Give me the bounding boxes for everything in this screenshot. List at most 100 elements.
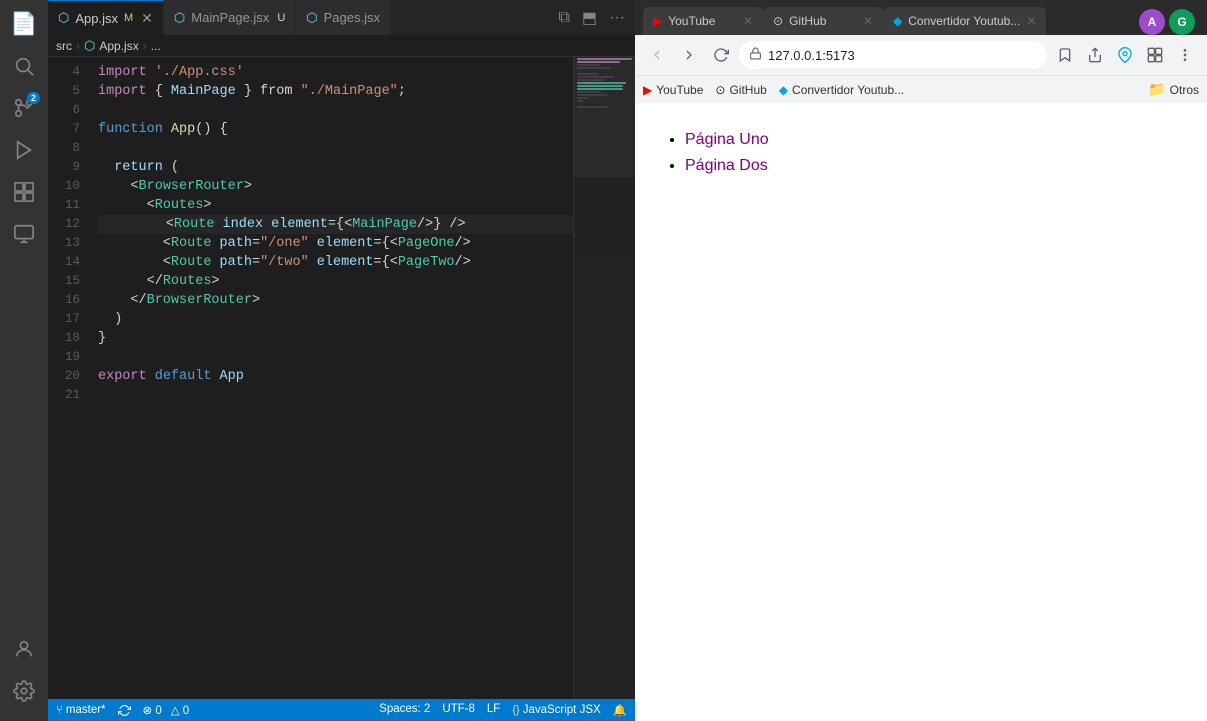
account-icon[interactable] <box>4 629 44 669</box>
bookmark-convertidor[interactable]: ◆ Convertidor Youtub... <box>779 83 904 97</box>
page-link-list: Página Uno Página Dos <box>665 131 1177 175</box>
browser-tab-youtube[interactable]: ▶ YouTube ✕ <box>643 7 763 35</box>
folder-icon: 📁 <box>1148 81 1165 98</box>
code-line-14: <Route path="/two" element={<PageTwo/> <box>98 253 573 272</box>
youtube-tab-close[interactable]: ✕ <box>743 14 753 28</box>
code-line-6 <box>98 101 573 120</box>
youtube-favicon: ▶ <box>653 14 662 28</box>
code-line-13: <Route path="/one" element={<PageOne/> <box>98 234 573 253</box>
source-control-badge: 2 <box>27 92 40 104</box>
tab-label-app-jsx: App.jsx <box>75 11 118 26</box>
bookmarks-bar: ▶ YouTube ⊙ GitHub ◆ Convertidor Youtub.… <box>635 75 1207 103</box>
git-branch-icon: ⑂ <box>56 704 63 716</box>
breadcrumb-file[interactable]: App.jsx <box>99 39 138 53</box>
line-ending-label[interactable]: LF <box>487 703 500 717</box>
convertidor-tab-close[interactable]: ✕ <box>1026 14 1036 28</box>
code-line-20: export default App <box>98 367 573 386</box>
code-line-9: return ( <box>98 158 573 177</box>
encoding-label[interactable]: UTF-8 <box>442 703 475 717</box>
react-icon-mainpage: ⬡ <box>174 10 185 26</box>
tab-modified-dot-app: M <box>124 12 133 24</box>
tab-modified-indicator-mainpage: U <box>277 12 285 24</box>
activity-bar: 📄 2 <box>0 0 48 721</box>
tab-pages-jsx[interactable]: ⬡ Pages.jsx <box>296 0 391 35</box>
share-icon[interactable] <box>1081 41 1109 69</box>
sync-icon[interactable] <box>118 704 131 717</box>
browser-tab-github[interactable]: ⊙ GitHub ✕ <box>763 7 883 35</box>
code-line-15: </Routes> <box>98 272 573 291</box>
browser-section: ▶ YouTube ✕ ⊙ GitHub ✕ ◆ Convertidor You… <box>635 0 1207 721</box>
errors-warnings[interactable]: ⊗ 0 △ 0 <box>143 703 190 717</box>
tab-label-mainpage-jsx: MainPage.jsx <box>191 10 269 25</box>
git-branch[interactable]: ⑂ master* <box>56 704 106 716</box>
warnings-label: △ 0 <box>171 703 189 717</box>
bookmark-icon[interactable] <box>1051 41 1079 69</box>
github-tab-close[interactable]: ✕ <box>863 14 873 28</box>
tab-close-app-jsx[interactable]: ✕ <box>141 10 153 27</box>
code-line-5: import { MainPage } from "./MainPage"; <box>98 82 573 101</box>
code-area[interactable]: 4 5 6 7 8 9 10 11 12 13 14 15 16 17 18 1… <box>48 57 635 699</box>
breadcrumb-symbol[interactable]: ... <box>151 39 161 53</box>
language-label[interactable]: {} JavaScript JSX <box>512 703 600 717</box>
github-favicon: ⊙ <box>773 14 783 28</box>
remote-explorer-icon[interactable] <box>4 214 44 254</box>
editor-section: ⬡ App.jsx M ✕ ⬡ MainPage.jsx U ⬡ Pages.j… <box>48 0 635 721</box>
bookmark-youtube[interactable]: ▶ YouTube <box>643 83 703 97</box>
settings-icon[interactable] <box>4 671 44 711</box>
avatar-1[interactable]: A <box>1139 9 1165 35</box>
extensions-browser-icon[interactable] <box>1141 41 1169 69</box>
breadcrumb-sep-1: › <box>76 39 80 53</box>
code-line-18: } <box>98 329 573 348</box>
code-line-19 <box>98 348 573 367</box>
source-control-icon[interactable]: 2 <box>4 88 44 128</box>
code-line-11: <Routes> <box>98 196 573 215</box>
minimap <box>573 57 635 699</box>
list-item-page-uno: Página Uno <box>685 131 1177 149</box>
address-bar[interactable]: 127.0.0.1:5173 <box>739 41 1047 69</box>
bookmark-github[interactable]: ⊙ GitHub <box>715 83 766 97</box>
link-pagina-uno[interactable]: Página Uno <box>685 131 769 148</box>
link-pagina-dos[interactable]: Página Dos <box>685 157 768 174</box>
tab-mainpage-jsx[interactable]: ⬡ MainPage.jsx U <box>164 0 296 35</box>
spaces-label[interactable]: Spaces: 2 <box>379 703 430 717</box>
browser-content: Página Uno Página Dos <box>635 103 1207 721</box>
github-bm-label: GitHub <box>729 83 766 97</box>
forward-button[interactable] <box>675 41 703 69</box>
search-icon[interactable] <box>4 46 44 86</box>
tab-label-pages-jsx: Pages.jsx <box>324 10 380 25</box>
code-editor[interactable]: import './App.css' import { MainPage } f… <box>88 57 573 699</box>
tab-bar-actions: ⧉ ⬒ ··· <box>554 6 635 30</box>
split-editor-icon[interactable]: ⧉ <box>554 7 573 29</box>
code-line-17: ) <box>98 310 573 329</box>
code-line-16: </BrowserRouter> <box>98 291 573 310</box>
breadcrumb-src[interactable]: src <box>56 39 72 53</box>
nav-actions <box>1051 41 1199 69</box>
browser-nav-bar: 127.0.0.1:5173 <box>635 35 1207 75</box>
code-line-10: <BrowserRouter> <box>98 177 573 196</box>
tab-app-jsx[interactable]: ⬡ App.jsx M ✕ <box>48 0 164 35</box>
status-right: Spaces: 2 UTF-8 LF {} JavaScript JSX 🔔 <box>379 703 627 717</box>
back-button[interactable] <box>643 41 671 69</box>
pin-icon[interactable] <box>1111 41 1139 69</box>
browser-menu-icon[interactable] <box>1171 41 1199 69</box>
panel-layout-icon[interactable]: ⬒ <box>578 6 601 30</box>
bookmark-otros[interactable]: 📁 Otros <box>1148 81 1199 98</box>
more-actions-icon[interactable]: ··· <box>605 7 629 29</box>
files-icon[interactable]: 📄 <box>4 4 44 44</box>
code-line-7: function App() { <box>98 120 573 139</box>
extensions-icon[interactable] <box>4 172 44 212</box>
reload-button[interactable] <box>707 41 735 69</box>
code-line-8 <box>98 139 573 158</box>
breadcrumb-react-icon: ⬡ <box>84 38 95 54</box>
tab-bar: ⬡ App.jsx M ✕ ⬡ MainPage.jsx U ⬡ Pages.j… <box>48 0 635 35</box>
github-bm-icon: ⊙ <box>715 83 725 97</box>
browser-tab-convertidor[interactable]: ◆ Convertidor Youtub... ✕ <box>883 7 1046 35</box>
avatar-2[interactable]: G <box>1169 9 1195 35</box>
notifications-icon[interactable]: 🔔 <box>613 703 627 717</box>
react-icon-app: ⬡ <box>58 10 69 26</box>
code-line-12: <Route index element={<MainPage/>} /> <box>98 215 573 234</box>
security-icon <box>749 47 762 63</box>
run-debug-icon[interactable] <box>4 130 44 170</box>
otros-label: Otros <box>1170 83 1199 97</box>
convertidor-bm-icon: ◆ <box>779 83 788 97</box>
